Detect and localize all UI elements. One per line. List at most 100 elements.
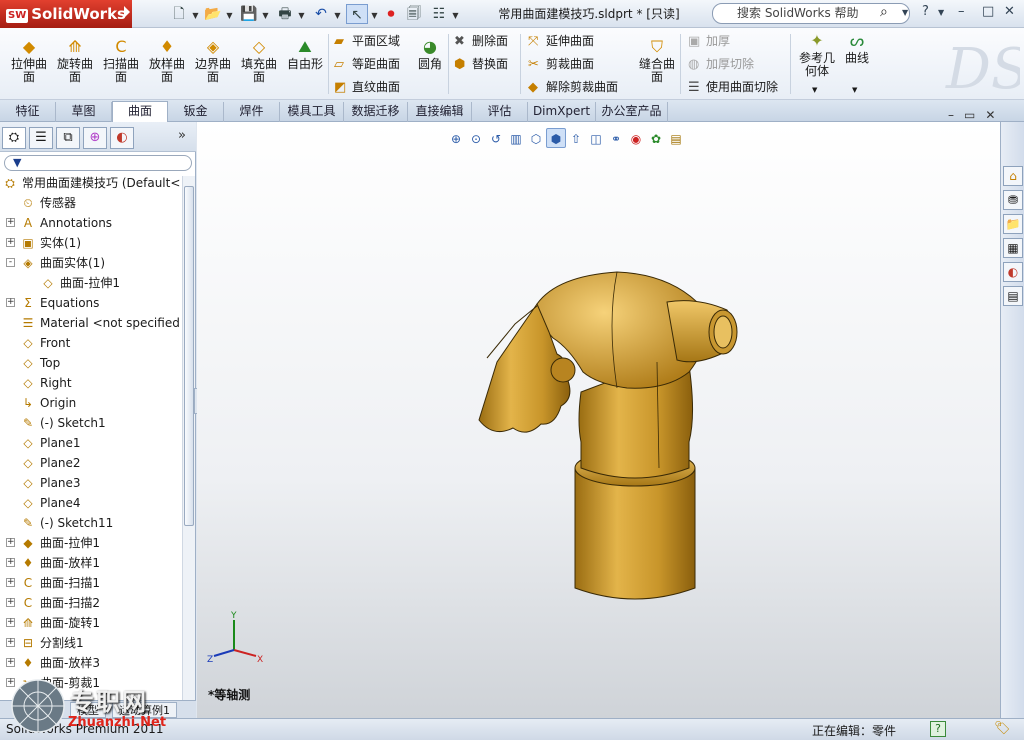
graphics-area[interactable] (197, 122, 1000, 718)
tree-item[interactable]: ☰ Material <not specified (0, 314, 182, 332)
options-icon[interactable]: ☷ (428, 4, 450, 24)
hide-show-icon[interactable]: ⇧ (566, 129, 586, 149)
tree-item[interactable]: ◇ 曲面-拉伸1 (0, 274, 182, 292)
section-view-icon[interactable]: ▥ (506, 129, 526, 149)
options-dropdown-icon[interactable]: ▼ (450, 4, 460, 24)
tree-item[interactable]: ✎ (-) Sketch1 (0, 414, 182, 432)
restore-button[interactable]: □ (982, 4, 994, 19)
freeform-button[interactable]: ⛰ 自由形 (284, 39, 326, 71)
reference-geometry-button[interactable]: ✦ 参考几 何体 (798, 33, 836, 78)
expand-icon[interactable]: + (6, 658, 15, 667)
tree-item[interactable]: ◇ Right (0, 374, 182, 392)
tab-surfaces[interactable]: 曲面 (112, 101, 168, 123)
revolve-surface-button[interactable]: ⟰ 旋转曲 面 (54, 39, 96, 84)
extrude-surface-button[interactable]: ◆ 拉伸曲 面 (8, 39, 50, 84)
expand-icon[interactable]: + (6, 238, 15, 247)
minimize-button[interactable]: – (958, 4, 965, 19)
tab-sketch[interactable]: 草图 (56, 102, 112, 122)
menu-arrow-icon[interactable] (124, 6, 130, 18)
home-icon[interactable]: ⌂ (1003, 166, 1023, 186)
traffic-light-icon[interactable]: ⏺ (383, 4, 399, 24)
tab-evaluate[interactable]: 评估 (472, 102, 528, 122)
tag-icon[interactable]: 🏷 (994, 721, 1011, 736)
design-library-icon[interactable]: ⛃ (1003, 190, 1023, 210)
tab-mold-tools[interactable]: 模具工具 (280, 102, 344, 122)
boundary-surface-button[interactable]: ◈ 边界曲 面 (192, 39, 234, 84)
tab-office-products[interactable]: 办公室产品 (596, 102, 668, 122)
fill-surface-button[interactable]: ◇ 填充曲 面 (238, 39, 280, 84)
thickened-cut-button[interactable]: ◍ 加厚切除 (688, 54, 754, 74)
configuration-manager-tab-icon[interactable]: ⧉ (56, 127, 80, 149)
tree-item[interactable]: + C 曲面-扫描2 (0, 594, 182, 612)
planar-surface-button[interactable]: ▰ 平面区域 (334, 31, 400, 51)
tree-item[interactable]: ↳ Origin (0, 394, 182, 412)
tree-item[interactable]: + ◆ 曲面-拉伸1 (0, 534, 182, 552)
tree-item[interactable]: ◇ Plane2 (0, 454, 182, 472)
fillet-button[interactable]: ◕ 圆角 (414, 39, 446, 71)
quick-tips-button[interactable]: ? (930, 721, 946, 737)
knit-surface-button[interactable]: ⛉ 缝合曲 面 (638, 39, 676, 84)
tab-dimxpert[interactable]: DimXpert (528, 102, 596, 122)
tree-item[interactable]: + A Annotations (0, 214, 182, 232)
reference-geometry-dropdown-icon[interactable]: ▼ (812, 86, 817, 94)
zoom-area-icon[interactable]: ⊙ (466, 129, 486, 149)
trim-surface-button[interactable]: ✂ 剪裁曲面 (528, 54, 594, 74)
expand-icon[interactable]: + (6, 218, 15, 227)
tree-item[interactable]: - ◈ 曲面实体(1) (0, 254, 182, 272)
custom-properties-icon[interactable]: ▤ (1003, 286, 1023, 306)
replace-face-button[interactable]: ⬢ 替换面 (454, 54, 508, 74)
tree-item[interactable]: ✎ (-) Sketch11 (0, 514, 182, 532)
solidworks-logo[interactable]: SW SolidWorks (0, 0, 132, 28)
save-dropdown-icon[interactable]: ▼ (260, 4, 270, 24)
tree-item[interactable]: ◇ Plane4 (0, 494, 182, 512)
tab-features[interactable]: 特征 (0, 102, 56, 122)
select-dropdown-icon[interactable]: ▼ (369, 4, 379, 24)
search-icon[interactable]: ⌕ (880, 4, 888, 20)
expand-icon[interactable]: + (6, 298, 15, 307)
tree-item[interactable]: + ♦ 曲面-放样1 (0, 554, 182, 572)
expand-icon[interactable]: + (6, 638, 15, 647)
view-palette-icon[interactable]: ▦ (1003, 238, 1023, 258)
new-document-icon[interactable]: 🗋 (168, 4, 190, 24)
tree-item[interactable]: + ▣ 实体(1) (0, 234, 182, 252)
surface-cut-button[interactable]: ☰ 使用曲面切除 (688, 77, 778, 97)
print-dropdown-icon[interactable]: ▼ (296, 4, 306, 24)
feature-manager-tab-icon[interactable]: ⛭ (2, 127, 26, 149)
curves-dropdown-icon[interactable]: ▼ (852, 86, 857, 94)
thicken-button[interactable]: ▣ 加厚 (688, 31, 730, 51)
expand-icon[interactable]: + (6, 618, 15, 627)
loft-surface-button[interactable]: ♦ 放样曲 面 (146, 39, 188, 84)
file-explorer-icon[interactable]: 📁 (1003, 214, 1023, 234)
tab-weldments[interactable]: 焊件 (224, 102, 280, 122)
collapse-icon[interactable]: - (6, 258, 15, 267)
tree-item[interactable]: ⛭ 常用曲面建模技巧 (Default< (0, 174, 182, 192)
document-window-controls[interactable]: –▭✕ (948, 108, 1005, 122)
file-properties-icon[interactable]: 🗐 (404, 4, 424, 24)
open-dropdown-icon[interactable]: ▼ (224, 4, 234, 24)
tree-item[interactable]: ◇ Plane1 (0, 434, 182, 452)
appearance-icon[interactable]: ✿ (646, 129, 666, 149)
search-dropdown-icon[interactable]: ▼ (902, 8, 908, 17)
print-icon[interactable]: 🖶 (274, 4, 296, 24)
apply-scene-icon[interactable]: ⚭ (606, 129, 626, 149)
save-icon[interactable]: 💾 (238, 4, 260, 24)
help-button[interactable]: ? (922, 4, 929, 19)
tree-item[interactable]: + ♦ 曲面-放样3 (0, 654, 182, 672)
tab-data-migration[interactable]: 数据迁移 (344, 102, 408, 122)
view-settings-icon[interactable]: ▤ (666, 129, 686, 149)
display-style-icon[interactable]: ⬢ (546, 128, 566, 148)
expand-icon[interactable]: + (6, 598, 15, 607)
zoom-to-fit-icon[interactable]: ⊕ (446, 129, 466, 149)
property-manager-tab-icon[interactable]: ☰ (29, 127, 53, 149)
ruled-surface-button[interactable]: ◩ 直纹曲面 (334, 77, 400, 97)
tree-item[interactable]: ⏲ 传感器 (0, 194, 182, 212)
tab-sheet-metal[interactable]: 钣金 (168, 102, 224, 122)
edit-appearance-icon[interactable]: ◫ (586, 129, 606, 149)
tree-scrollbar[interactable] (182, 176, 195, 716)
tree-item[interactable]: ◇ Top (0, 354, 182, 372)
new-dropdown-icon[interactable]: ▼ (190, 4, 200, 24)
realview-icon[interactable]: ◉ (626, 129, 646, 149)
curves-button[interactable]: ᔕ 曲线 (840, 33, 874, 65)
tab-direct-editing[interactable]: 直接编辑 (408, 102, 472, 122)
display-manager-tab-icon[interactable]: ◐ (110, 127, 134, 149)
